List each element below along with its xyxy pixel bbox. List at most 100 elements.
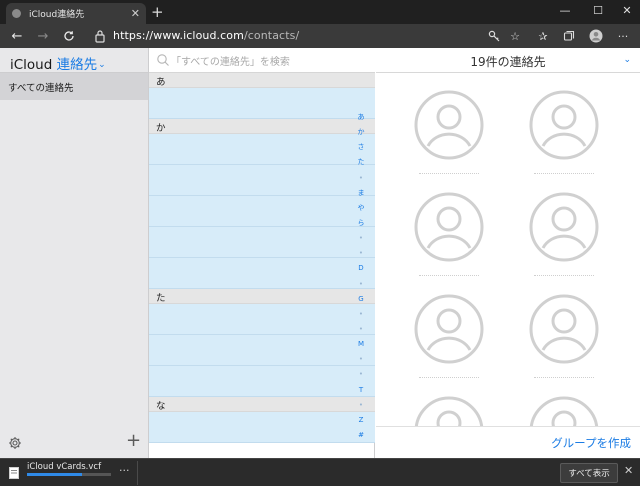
contact-avatar-icon[interactable] [529, 192, 599, 262]
app-name: iCloud [10, 57, 53, 73]
section-header: た [149, 289, 375, 304]
add-contact-button[interactable]: + [126, 432, 141, 450]
index-letter[interactable]: あ [358, 114, 365, 121]
chevron-down-icon[interactable]: ⌄ [623, 55, 631, 65]
download-more-button[interactable]: ··· [119, 464, 130, 477]
close-window-button[interactable]: ✕ [612, 0, 640, 20]
index-letter[interactable]: G [358, 295, 363, 303]
back-arrow-icon[interactable]: ← [7, 26, 27, 46]
section-header: か [149, 119, 375, 134]
contact-row[interactable] [149, 196, 375, 227]
contact-row[interactable] [149, 412, 375, 443]
index-letter[interactable]: か [358, 129, 365, 136]
tab-title: iCloud連絡先 [29, 10, 85, 20]
download-bar: iCloud vCards.vcf ··· すべて表示 ✕ [0, 458, 640, 486]
index-letter[interactable]: • [359, 325, 363, 333]
index-letter[interactable]: T [359, 386, 363, 394]
contact-avatar-icon[interactable] [529, 90, 599, 160]
index-letter[interactable]: • [359, 250, 363, 257]
index-letter[interactable]: • [359, 356, 363, 363]
gear-icon[interactable] [8, 436, 22, 450]
contact-count-title[interactable]: 19件の連絡先 ⌄ [376, 48, 640, 73]
browser-window: iCloud連絡先 ✕ + — ☐ ✕ ← → https://www.iclo… [0, 0, 640, 486]
contact-avatar-icon[interactable] [414, 294, 484, 364]
contact-row[interactable] [149, 335, 375, 366]
contact-avatar-icon[interactable] [414, 192, 484, 262]
card-bottom-bar: グループを作成 [376, 426, 640, 458]
search-bar[interactable]: 「すべての連絡先」を検索 [149, 48, 375, 73]
search-icon [157, 54, 169, 66]
forward-arrow-icon[interactable]: → [33, 26, 53, 46]
contact-name-placeholder [534, 275, 594, 277]
contact-name-placeholder [419, 275, 479, 277]
contact-row[interactable] [149, 165, 375, 196]
apple-favicon-icon [12, 9, 21, 18]
download-progress [27, 473, 111, 476]
download-progress-fill [27, 473, 82, 476]
contact-name-placeholder [534, 377, 594, 379]
contact-rows: あかたな [149, 73, 375, 443]
close-download-bar-icon[interactable]: ✕ [624, 464, 633, 477]
contact-row[interactable] [149, 134, 375, 165]
index-letter[interactable]: • [359, 235, 363, 242]
index-letter[interactable]: ら [358, 219, 365, 227]
key-icon[interactable] [485, 27, 503, 45]
favorites-icon[interactable]: ✰ [534, 27, 552, 45]
lock-icon[interactable] [94, 29, 106, 43]
index-letter[interactable]: • [359, 280, 363, 288]
index-letter[interactable]: • [359, 310, 363, 318]
profile-avatar-icon[interactable] [587, 27, 605, 45]
contact-count-label: 19件の連絡先 [470, 55, 546, 69]
group-all-contacts[interactable]: すべての連絡先 [0, 73, 148, 100]
url-host: https://www.icloud.com [113, 29, 244, 42]
app-switcher[interactable]: iCloud 連絡先⌄ [10, 53, 106, 73]
index-letter[interactable]: ま [358, 189, 365, 197]
new-tab-button[interactable]: + [151, 3, 164, 21]
chevron-down-icon: ⌄ [98, 60, 106, 70]
tab-close-icon[interactable]: ✕ [131, 8, 140, 19]
settings-more-button[interactable]: ··· [614, 27, 632, 45]
index-letter[interactable]: D [358, 265, 363, 272]
index-letter[interactable]: や [358, 204, 365, 212]
section-header: な [149, 397, 375, 412]
address-bar[interactable]: https://www.icloud.com/contacts/ [113, 29, 299, 42]
maximize-button[interactable]: ☐ [583, 0, 613, 20]
contact-avatar-icon[interactable] [414, 90, 484, 160]
index-letter[interactable]: # [358, 431, 364, 439]
contact-row[interactable] [149, 366, 375, 397]
show-all-downloads-button[interactable]: すべて表示 [560, 463, 618, 483]
contact-avatar-icon[interactable] [529, 294, 599, 364]
tab-icloud-contacts[interactable]: iCloud連絡先 ✕ [6, 3, 146, 24]
create-group-button[interactable]: グループを作成 [551, 435, 631, 451]
search-input[interactable]: 「すべての連絡先」を検索 [171, 53, 290, 68]
contact-card-column: 19件の連絡先 ⌄ グループを作成 [376, 48, 640, 458]
collections-icon[interactable] [560, 27, 578, 45]
tab-strip: iCloud連絡先 ✕ + — ☐ ✕ [0, 0, 640, 24]
contact-row[interactable] [149, 88, 375, 119]
minimize-button[interactable]: — [550, 0, 580, 20]
index-letter[interactable]: さ [358, 144, 365, 151]
index-letter[interactable]: た [358, 159, 365, 166]
browser-toolbar: ← → https://www.icloud.com/contacts/ ☆ ✰… [0, 24, 640, 48]
contact-row[interactable] [149, 304, 375, 335]
star-icon[interactable]: ☆ [506, 27, 524, 45]
contact-list-column: 「すべての連絡先」を検索 あかたな あかさた • まやら • • D • G • • M • • T • Z # [149, 48, 375, 458]
index-letter[interactable]: • [359, 401, 363, 409]
contact-row[interactable] [149, 227, 375, 258]
divider [137, 461, 138, 485]
file-icon [9, 467, 19, 479]
refresh-icon[interactable] [59, 26, 79, 46]
index-letter[interactable]: • [359, 371, 363, 378]
alphabet-index[interactable]: あかさた • まやら • • D • G • • M • • T • Z # [354, 114, 368, 439]
contact-name-placeholder [419, 173, 479, 175]
contact-row[interactable] [149, 258, 375, 289]
section-header: あ [149, 73, 375, 88]
index-letter[interactable]: M [358, 341, 364, 348]
index-letter[interactable]: • [359, 174, 363, 182]
groups-sidebar: iCloud 連絡先⌄ すべての連絡先 + [0, 48, 149, 458]
contact-name-placeholder [419, 377, 479, 379]
app-section: 連絡先 [56, 57, 98, 73]
index-letter[interactable]: Z [359, 416, 364, 424]
contact-name-placeholder [534, 173, 594, 175]
download-file-name[interactable]: iCloud vCards.vcf [27, 462, 101, 472]
